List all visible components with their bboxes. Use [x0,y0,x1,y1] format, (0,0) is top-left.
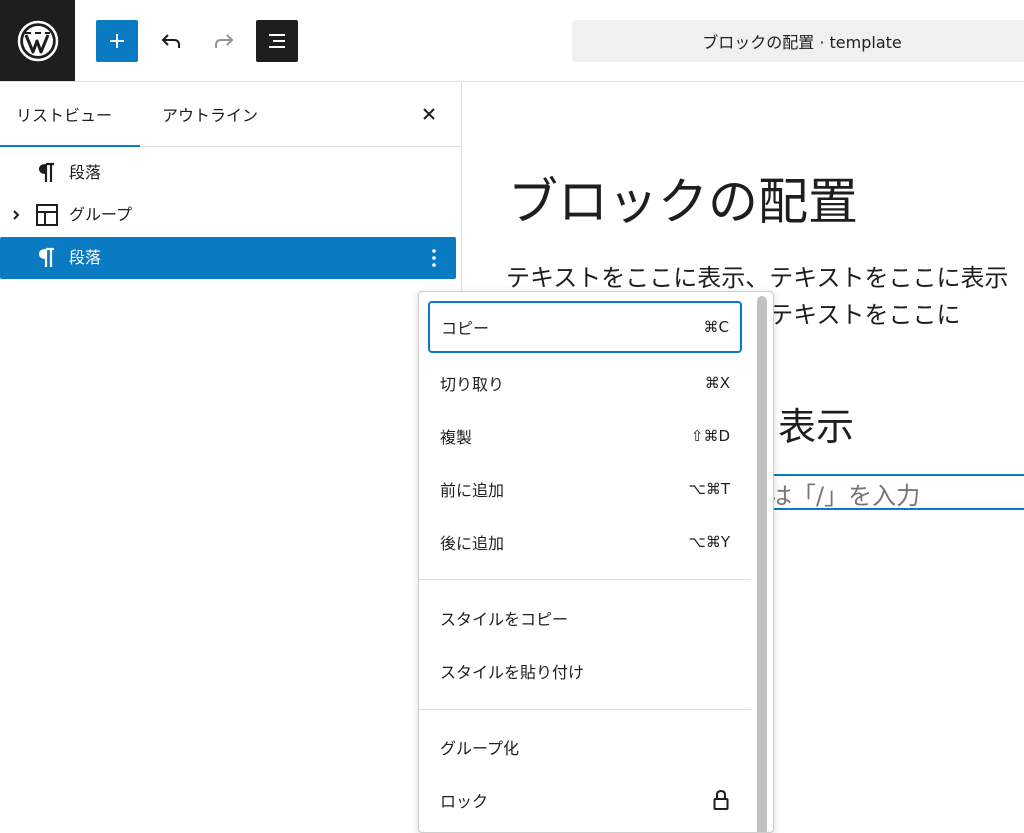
more-options-icon[interactable] [424,246,444,270]
sub-heading-text: 表示 [778,405,855,449]
menu-item-insert-before[interactable]: 前に追加 ⌥⌘T [428,463,742,515]
menu-separator [419,709,751,710]
wordpress-logo-button[interactable] [0,0,75,81]
wordpress-icon [17,20,58,61]
close-sidebar-button[interactable] [418,103,440,125]
menu-item-shortcut: ⇧⌘D [690,427,730,445]
chevron-right-icon[interactable] [9,206,23,224]
menu-item-insert-after[interactable]: 後に追加 ⌥⌘Y [428,516,742,568]
paragraph-icon [35,246,59,270]
list-view-item-label: 段落 [69,163,102,182]
menu-item-label: コピー [441,319,490,338]
editor-header: ブロックの配置 · template [0,0,1024,82]
menu-scrollbar[interactable] [757,296,767,832]
redo-button[interactable] [203,20,245,62]
menu-item-shortcut: ⌘C [703,318,729,336]
list-view-item-paragraph[interactable]: 段落 [0,152,456,194]
sidebar-tabs: リストビュー アウトライン [0,82,461,147]
menu-item-shortcut: ⌘X [704,374,730,392]
menu-item-label: 複製 [440,428,473,447]
tab-list-view-label: リストビュー [16,106,113,125]
block-placeholder: は「/」を入力 [768,482,921,510]
lock-icon [713,789,729,810]
menu-separator [419,579,751,580]
menu-item-lock[interactable]: ロック [428,774,742,826]
block-options-menu: コピー ⌘C 切り取り ⌘X 複製 ⇧⌘D 前に追加 ⌥⌘T 後に追加 ⌥⌘Y … [418,291,774,833]
menu-item-label: ロック [440,792,489,811]
paragraph-icon [35,161,59,185]
list-view-item-paragraph-selected[interactable]: 段落 [0,237,456,279]
close-icon [423,108,435,120]
redo-icon [215,34,234,48]
list-view-icon [269,34,285,48]
document-title-bar[interactable]: ブロックの配置 · template [572,20,1024,62]
menu-item-duplicate[interactable]: 複製 ⇧⌘D [428,410,742,462]
document-title: ブロックの配置 · template [702,33,902,52]
tab-outline-label: アウトライン [162,106,259,125]
menu-item-cut[interactable]: 切り取り ⌘X [428,357,742,409]
plus-icon [110,34,124,48]
menu-item-group[interactable]: グループ化 [428,721,742,773]
tab-outline[interactable]: アウトライン [162,82,258,146]
menu-item-shortcut: ⌥⌘T [688,480,730,498]
menu-item-label: スタイルを貼り付け [440,663,585,682]
list-view-sidebar: リストビュー アウトライン 段落 グループ 段落 [0,82,462,816]
list-view-item-label: 段落 [69,248,102,267]
group-icon [35,203,59,227]
menu-item-shortcut: ⌥⌘Y [688,533,730,551]
menu-item-copy-styles[interactable]: スタイルをコピー [428,592,742,644]
undo-button[interactable] [150,20,192,62]
menu-item-label: 切り取り [440,375,505,394]
menu-item-paste-styles[interactable]: スタイルを貼り付け [428,645,742,697]
menu-item-copy[interactable]: コピー ⌘C [428,301,742,353]
list-view-item-label: グループ [69,205,133,224]
menu-item-label: グループ化 [440,739,520,758]
document-overview-button[interactable] [256,20,298,62]
undo-icon [161,34,180,48]
list-view-item-group[interactable]: グループ [0,194,456,236]
add-block-button[interactable] [96,20,138,62]
sub-heading-block[interactable]: 表示 [778,396,854,451]
menu-item-label: スタイルをコピー [440,610,569,629]
menu-item-label: 後に追加 [440,534,505,553]
tab-list-view[interactable]: リストビュー [0,82,140,147]
page-heading[interactable]: ブロックの配置 [508,162,858,234]
menu-item-label: 前に追加 [440,481,505,500]
